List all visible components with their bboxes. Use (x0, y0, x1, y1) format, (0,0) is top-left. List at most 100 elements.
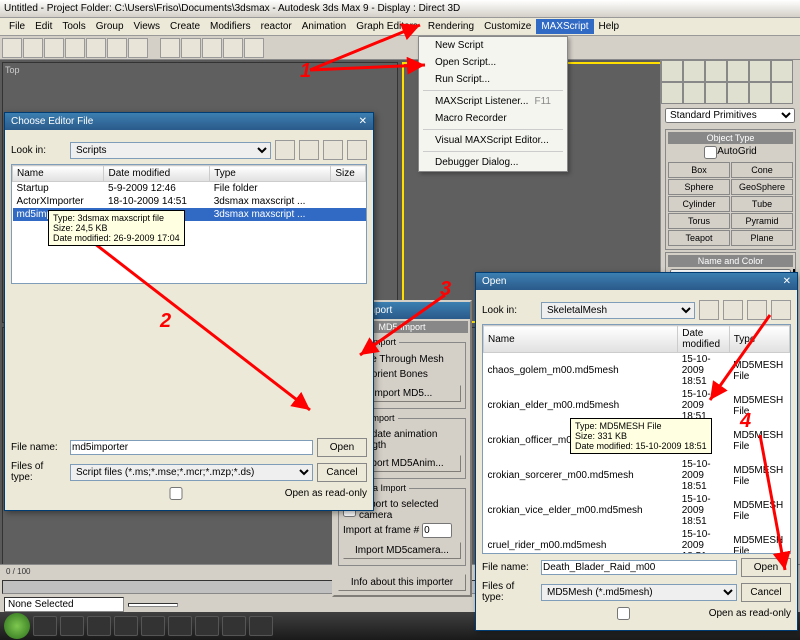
taskbar-item[interactable] (249, 616, 273, 636)
subtab[interactable] (661, 82, 683, 104)
column-header[interactable]: Name (484, 326, 678, 353)
open-button[interactable]: Open (317, 438, 367, 457)
column-header[interactable]: Type (729, 326, 789, 353)
menu-animation[interactable]: Animation (297, 19, 351, 34)
toolbar-button[interactable] (160, 38, 180, 58)
toolbar-button[interactable] (181, 38, 201, 58)
back-icon[interactable] (699, 300, 719, 320)
column-header[interactable]: Name (13, 166, 104, 182)
file-row[interactable]: ActorXImporter18-10-2009 14:513dsmax max… (13, 195, 366, 208)
toolbar-button[interactable] (44, 38, 64, 58)
menu-item[interactable]: Run Script... (419, 71, 567, 88)
toolbar-button[interactable] (223, 38, 243, 58)
column-header[interactable]: Date modified (678, 326, 730, 353)
taskbar-item[interactable] (33, 616, 57, 636)
menu-customize[interactable]: Customize (479, 19, 536, 34)
coord-x[interactable] (128, 603, 178, 607)
autogrid-checkbox[interactable] (704, 146, 717, 159)
subtab[interactable] (683, 82, 705, 104)
lookin-select[interactable]: SkeletalMesh (541, 302, 695, 319)
menu-item[interactable]: MAXScript Listener...F11 (419, 93, 567, 110)
file-row[interactable]: Startup5-9-2009 12:46File folder (13, 182, 366, 196)
toolbar-button[interactable] (86, 38, 106, 58)
close-icon[interactable]: ✕ (359, 116, 367, 127)
tube-button[interactable]: Tube (731, 196, 793, 212)
back-icon[interactable] (275, 140, 295, 160)
geosphere-button[interactable]: GeoSphere (731, 179, 793, 195)
tab-display[interactable] (749, 60, 771, 82)
menu-group[interactable]: Group (91, 19, 129, 34)
toolbar-button[interactable] (107, 38, 127, 58)
up-icon[interactable] (723, 300, 743, 320)
newfolder-icon[interactable] (323, 140, 343, 160)
sphere-button[interactable]: Sphere (668, 179, 730, 195)
toolbar-button[interactable] (2, 38, 22, 58)
column-header[interactable]: Date modified (104, 166, 210, 182)
file-row[interactable]: chaos_golem_m00.md5mesh15-10-2009 18:51M… (484, 353, 790, 389)
toolbar-button[interactable] (244, 38, 264, 58)
readonly-checkbox[interactable] (71, 487, 281, 500)
toolbar-button[interactable] (202, 38, 222, 58)
info-button[interactable]: Info about this importer (338, 574, 466, 591)
frame-input[interactable] (422, 523, 452, 538)
up-icon[interactable] (299, 140, 319, 160)
taskbar-item[interactable] (168, 616, 192, 636)
newfolder-icon[interactable] (747, 300, 767, 320)
file-row[interactable]: crokian_sorcerer_m00.md5mesh15-10-2009 1… (484, 458, 790, 493)
open-button[interactable]: Open (741, 558, 791, 577)
taskbar-item[interactable] (141, 616, 165, 636)
readonly-checkbox[interactable] (542, 607, 705, 620)
torus-button[interactable]: Torus (668, 213, 730, 229)
tab-modify[interactable] (683, 60, 705, 82)
tab-create[interactable] (661, 60, 683, 82)
filetype-select[interactable]: Script files (*.ms;*.mse;*.mcr;*.mzp;*.d… (70, 464, 313, 481)
menu-views[interactable]: Views (129, 19, 166, 34)
menu-maxscript[interactable]: MAXScript (536, 19, 593, 34)
menu-item[interactable]: Debugger Dialog... (419, 154, 567, 171)
menu-item[interactable]: New Script (419, 37, 567, 54)
subtab[interactable] (727, 82, 749, 104)
subtab[interactable] (749, 82, 771, 104)
toolbar-button[interactable] (65, 38, 85, 58)
column-header[interactable]: Type (210, 166, 331, 182)
cancel-button[interactable]: Cancel (317, 463, 367, 482)
tab-utilities[interactable] (771, 60, 793, 82)
menu-rendering[interactable]: Rendering (423, 19, 479, 34)
subtab[interactable] (705, 82, 727, 104)
box-button[interactable]: Box (668, 162, 730, 178)
filetype-select[interactable]: MD5Mesh (*.md5mesh) (541, 584, 737, 601)
filename-input[interactable] (541, 560, 737, 575)
menu-help[interactable]: Help (594, 19, 625, 34)
pyramid-button[interactable]: Pyramid (731, 213, 793, 229)
taskbar-item[interactable] (114, 616, 138, 636)
primitive-type-select[interactable]: Standard Primitives (665, 108, 795, 123)
teapot-button[interactable]: Teapot (668, 230, 730, 246)
close-icon[interactable]: ✕ (783, 276, 791, 287)
menu-item[interactable]: Visual MAXScript Editor... (419, 132, 567, 149)
views-icon[interactable] (347, 140, 367, 160)
start-button[interactable] (4, 613, 30, 639)
cylinder-button[interactable]: Cylinder (668, 196, 730, 212)
menu-graph editors[interactable]: Graph Editors (351, 19, 423, 34)
taskbar-item[interactable] (60, 616, 84, 636)
menu-create[interactable]: Create (165, 19, 205, 34)
menu-modifiers[interactable]: Modifiers (205, 19, 256, 34)
cancel-button[interactable]: Cancel (741, 583, 791, 602)
toolbar-button[interactable] (128, 38, 148, 58)
file-row[interactable]: cruel_rider_m00.md5mesh15-10-2009 18:51M… (484, 528, 790, 554)
column-header[interactable]: Size (331, 166, 366, 182)
filename-input[interactable] (70, 440, 313, 455)
menu-item[interactable]: Macro Recorder (419, 110, 567, 127)
taskbar-item[interactable] (222, 616, 246, 636)
taskbar-item[interactable] (87, 616, 111, 636)
import-md5camera-button[interactable]: Import MD5camera... (343, 542, 461, 559)
subtab[interactable] (771, 82, 793, 104)
menu-reactor[interactable]: reactor (256, 19, 297, 34)
taskbar-item[interactable] (195, 616, 219, 636)
tab-hierarchy[interactable] (705, 60, 727, 82)
menu-file[interactable]: File (4, 19, 30, 34)
menu-item[interactable]: Open Script... (419, 54, 567, 71)
file-row[interactable]: crokian_vice_elder_m00.md5mesh15-10-2009… (484, 493, 790, 528)
plane-button[interactable]: Plane (731, 230, 793, 246)
cone-button[interactable]: Cone (731, 162, 793, 178)
